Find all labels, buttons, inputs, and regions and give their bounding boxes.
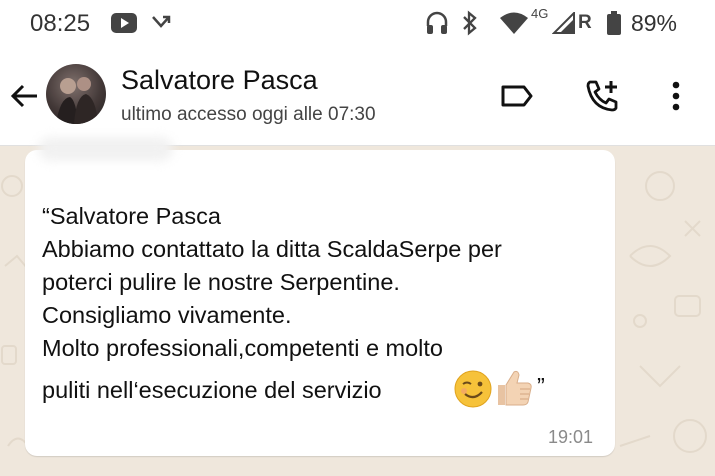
thumbs-up-emoji: [498, 370, 532, 406]
avatar-photo: [46, 64, 106, 124]
message-line: Consigliamo vivamente.: [42, 302, 292, 328]
label-button[interactable]: [497, 75, 537, 117]
back-arrow-icon: [10, 84, 37, 108]
signal-icon: [552, 12, 575, 34]
missed-call-icon: [152, 15, 171, 28]
chat-header: Salvatore Pasca ultimo accesso oggi alle…: [0, 48, 715, 146]
message-line: Abbiamo contattato la ditta ScaldaSerpe …: [42, 236, 502, 262]
battery-percent: 89%: [630, 10, 677, 36]
contact-name[interactable]: Salvatore Pasca: [121, 65, 318, 96]
contact-avatar[interactable]: [46, 64, 106, 124]
label-icon: [501, 85, 533, 107]
back-button[interactable]: [4, 75, 44, 117]
roaming-indicator: R: [578, 12, 592, 33]
message-timestamp: 19:01: [548, 427, 594, 447]
closing-quote: ”: [537, 373, 545, 399]
network-type: 4G: [531, 6, 549, 21]
message-line: poterci pulire le nostre Serpentine.: [42, 269, 400, 295]
video-app-icon: [111, 13, 137, 33]
message-line: “Salvatore Pasca: [42, 203, 221, 229]
more-options-button[interactable]: [656, 75, 696, 117]
redacted-sender: [38, 137, 173, 161]
last-seen-status: ultimo accesso oggi alle 07:30: [121, 104, 376, 125]
winking-face-emoji: [454, 370, 492, 408]
more-options-icon: [672, 81, 680, 111]
message-line: Molto professionali,competenti e molto: [42, 335, 444, 361]
add-call-icon: [586, 80, 618, 112]
add-call-button[interactable]: [582, 75, 622, 117]
bluetooth-icon: [463, 10, 477, 36]
status-time: 08:25: [30, 10, 91, 37]
status-bar: 08:25 4G R 89%: [0, 0, 715, 48]
headset-icon: [426, 11, 448, 34]
battery-icon: [607, 11, 621, 35]
message-line: puliti nell‘esecuzione del servizio: [42, 377, 382, 403]
wifi-icon: [500, 12, 528, 34]
